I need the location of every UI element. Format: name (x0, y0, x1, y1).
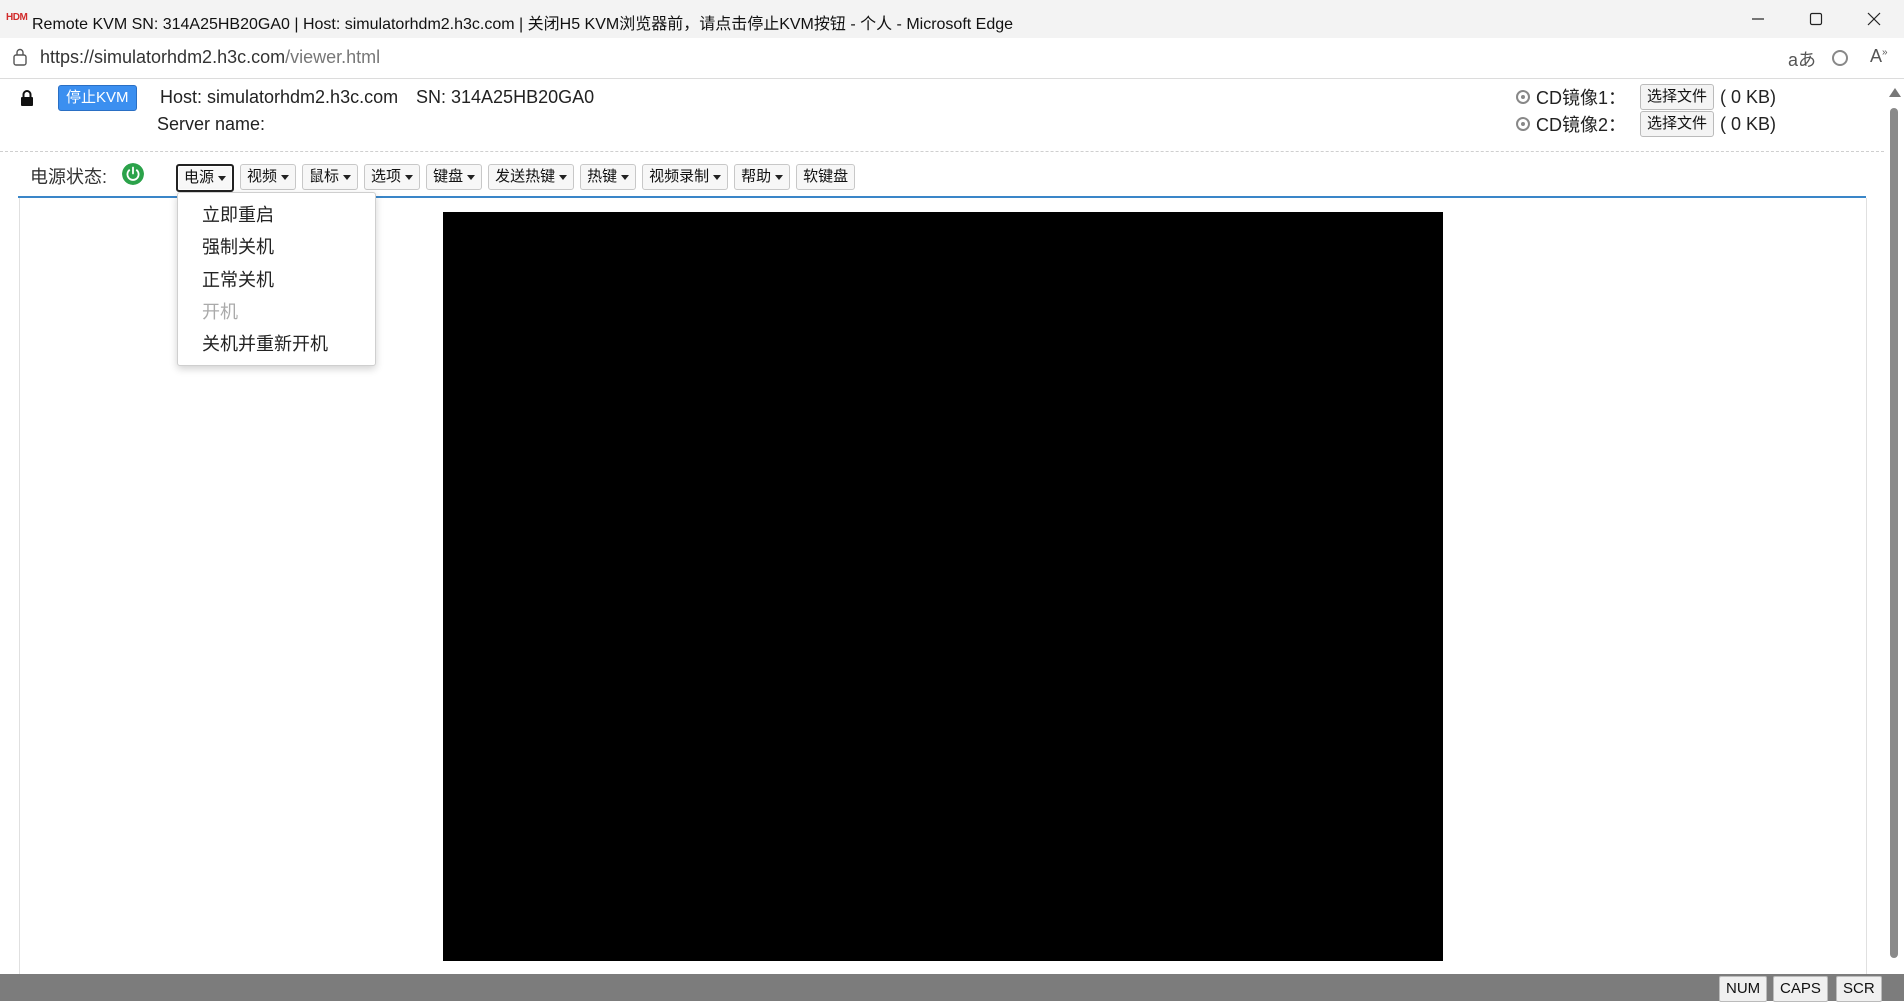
url-host: https://simulatorhdm2.h3c.com (40, 47, 286, 67)
power-icon (122, 163, 144, 185)
server-name-label: Server name: (157, 114, 266, 134)
menu-keyboard[interactable]: 键盘 (426, 164, 483, 190)
menu-video-record-label: 视频录制 (649, 168, 710, 185)
chevron-down-icon (775, 174, 784, 180)
refresh-extension-icon[interactable] (1830, 48, 1850, 68)
cd-image-2-row: CD镜像2： 选择文件 ( 0 KB) (1516, 111, 1776, 137)
chevron-down-icon (405, 174, 414, 180)
chevron-down-icon (621, 174, 630, 180)
menu-hotkey[interactable]: 热键 (580, 164, 637, 190)
menu-help-label: 帮助 (741, 168, 772, 185)
page-scrollbar[interactable] (1884, 84, 1904, 991)
kvm-header: 停止KVM Host: simulatorhdm2.h3c.com SN: 31… (0, 79, 1884, 152)
menu-video-label: 视频 (247, 168, 278, 185)
chevron-down-icon (467, 174, 476, 180)
maximize-icon (1809, 12, 1823, 26)
menu-keyboard-label: 键盘 (433, 168, 464, 185)
menu-video-record[interactable]: 视频录制 (642, 164, 729, 190)
site-lock-icon[interactable] (12, 48, 28, 66)
url-path: /viewer.html (285, 47, 381, 67)
chevron-down-icon (343, 174, 352, 180)
stop-kvm-button[interactable]: 停止KVM (58, 85, 137, 111)
menu-send-hotkey[interactable]: 发送热键 (488, 164, 575, 190)
power-status-label: 电源状态: (30, 167, 108, 187)
cd-image-1-size: ( 0 KB) (1720, 86, 1777, 107)
menu-video[interactable]: 视频 (240, 164, 297, 190)
minimize-button[interactable] (1730, 0, 1786, 38)
cd-image-2-size: ( 0 KB) (1720, 113, 1777, 134)
window-title: Remote KVM SN: 314A25HB20GA0 | Host: sim… (32, 16, 1014, 33)
num-lock-indicator[interactable]: NUM (1719, 976, 1768, 1002)
cd-image-1-row: CD镜像1： 选择文件 ( 0 KB) (1516, 84, 1776, 110)
cd-image-1-label: CD镜像1： (1536, 88, 1627, 108)
kvm-toolbar: 电源 视频 鼠标 选项 键盘 发送热键 热键 视频录制 帮助 软键盘 (176, 164, 856, 192)
read-aloud-icon[interactable]: A» (1870, 46, 1888, 67)
caps-lock-indicator[interactable]: CAPS (1773, 976, 1828, 1002)
status-bar: NUM CAPS SCR (0, 974, 1904, 1002)
app-logo-icon: HDM (6, 12, 28, 23)
menu-hotkey-label: 热键 (587, 168, 618, 185)
chevron-down-icon (559, 174, 568, 180)
minimize-icon (1752, 18, 1764, 20)
host-info: Host: simulatorhdm2.h3c.com (160, 87, 399, 107)
soft-keyboard-button[interactable]: 软键盘 (796, 164, 856, 190)
chevron-down-icon (281, 174, 290, 180)
menu-send-hotkey-label: 发送热键 (495, 168, 556, 185)
menu-item-power-on: 开机 (202, 302, 238, 322)
menu-item-power-cycle[interactable]: 关机并重新开机 (202, 330, 328, 356)
scroll-up-icon[interactable] (1889, 88, 1901, 97)
scroll-thumb[interactable] (1890, 108, 1898, 958)
chevron-down-icon (218, 175, 227, 181)
remote-screen-canvas[interactable] (443, 212, 1443, 961)
cd-image-2-choose-file-button[interactable]: 选择文件 (1640, 111, 1715, 137)
maximize-button[interactable] (1788, 0, 1844, 38)
url-text[interactable]: https://simulatorhdm2.h3c.com/viewer.htm… (40, 47, 380, 68)
cd-image-1-choose-file-button[interactable]: 选择文件 (1640, 84, 1715, 110)
cd-image-2-label: CD镜像2： (1536, 115, 1627, 135)
translate-icon[interactable]: aあ (1788, 46, 1816, 72)
menu-item-normal-shutdown[interactable]: 正常关机 (202, 266, 274, 292)
menu-options[interactable]: 选项 (364, 164, 421, 190)
menu-item-force-shutdown[interactable]: 强制关机 (202, 233, 274, 259)
padlock-icon (21, 90, 33, 106)
soft-keyboard-label: 软键盘 (803, 168, 849, 185)
menu-help[interactable]: 帮助 (734, 164, 791, 190)
menu-mouse-label: 鼠标 (309, 168, 340, 185)
menu-mouse[interactable]: 鼠标 (302, 164, 359, 190)
window-titlebar: HDM Remote KVM SN: 314A25HB20GA0 | Host:… (0, 0, 1904, 38)
scroll-lock-indicator[interactable]: SCR (1836, 976, 1882, 1002)
close-window-button[interactable] (1846, 0, 1902, 38)
chevron-down-icon (713, 174, 722, 180)
menu-power[interactable]: 电源 (176, 164, 235, 192)
menu-options-label: 选项 (371, 168, 402, 185)
close-icon (1867, 12, 1881, 26)
power-dropdown-menu: 立即重启 强制关机 正常关机 开机 关机并重新开机 (177, 192, 376, 366)
serial-number: SN: 314A25HB20GA0 (416, 87, 595, 107)
address-bar[interactable]: https://simulatorhdm2.h3c.com/viewer.htm… (0, 38, 1904, 79)
cd-disc-icon (1516, 117, 1530, 131)
menu-power-label: 电源 (184, 169, 215, 186)
cd-disc-icon (1516, 90, 1530, 104)
menu-item-restart-now[interactable]: 立即重启 (202, 201, 274, 227)
